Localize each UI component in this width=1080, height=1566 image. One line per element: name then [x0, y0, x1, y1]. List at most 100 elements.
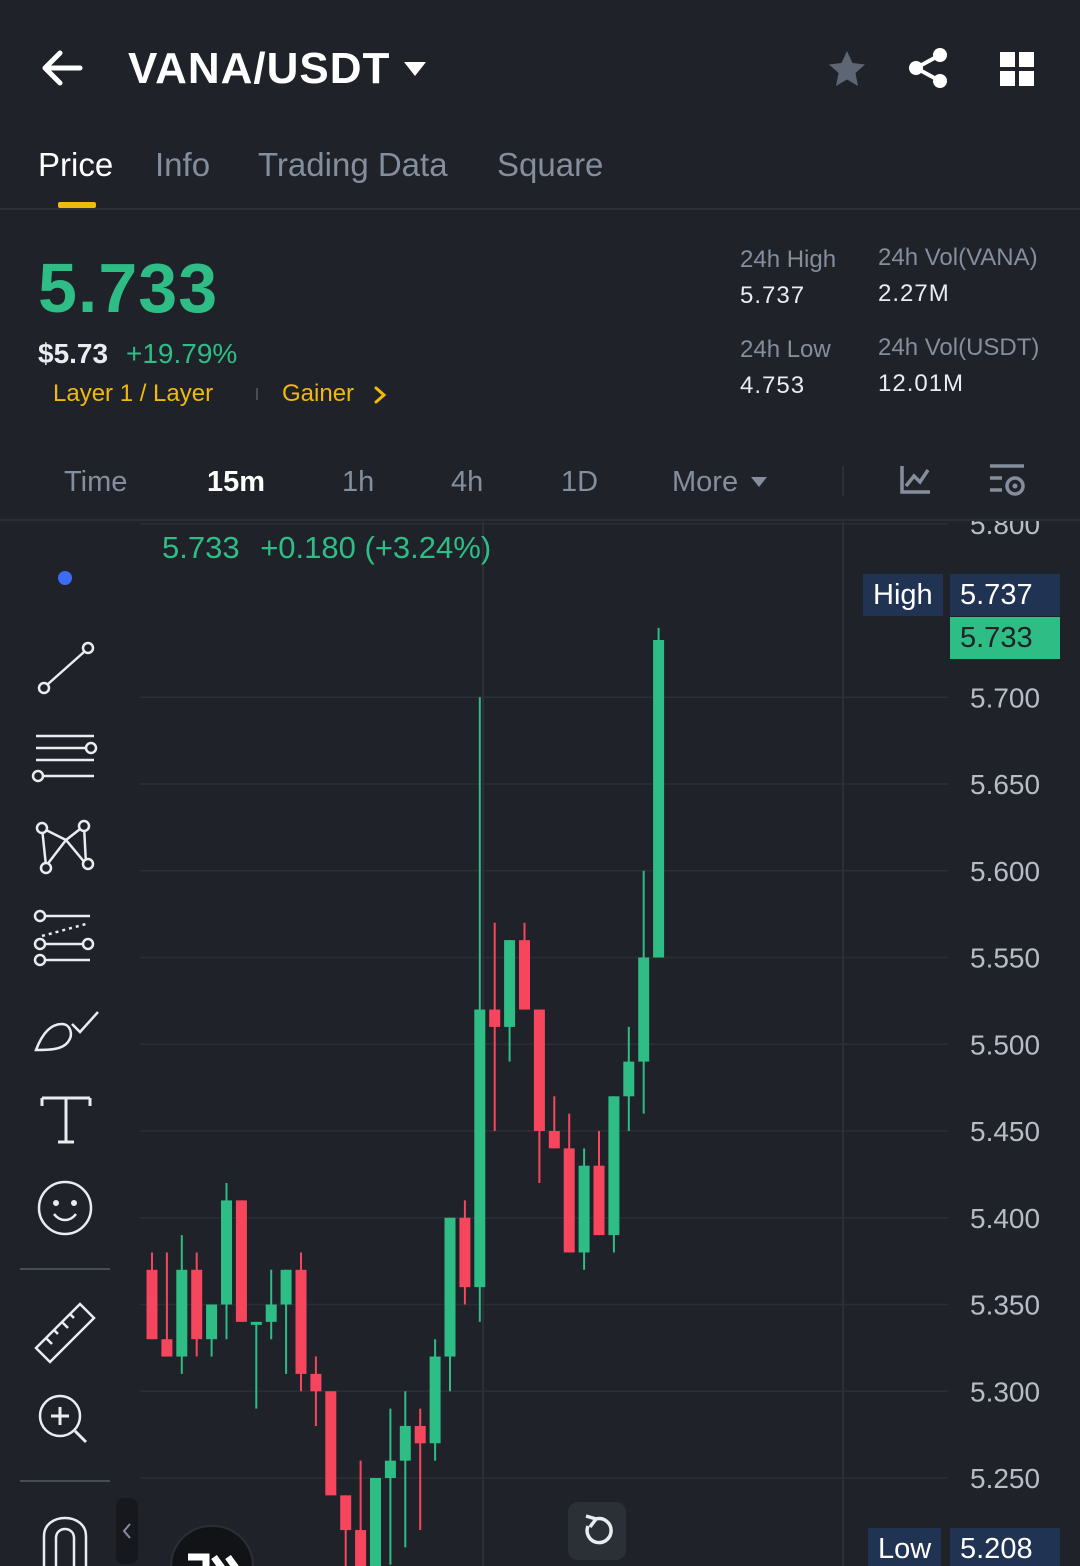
pair-dropdown[interactable] [402, 60, 428, 78]
share-button[interactable] [906, 46, 950, 90]
reset-chart-button[interactable] [568, 1502, 626, 1560]
candle-body [504, 940, 516, 1027]
price-tick-label: 5.650 [970, 769, 1040, 800]
price-tick-label: 5.800 [970, 521, 1040, 540]
low-marker-value: 5.208 [950, 1528, 1060, 1566]
tab-price[interactable]: Price [38, 146, 113, 184]
interval-more[interactable]: More [672, 466, 738, 499]
chevron-right-icon [374, 386, 387, 404]
candle-body [191, 1269, 203, 1340]
candle-body [176, 1269, 188, 1357]
candle-body [548, 1131, 560, 1149]
pair-title[interactable]: VANA/USDT [128, 44, 390, 94]
price-tick-label: 5.600 [970, 856, 1040, 887]
candle-body [533, 1009, 545, 1131]
candle-body [235, 1200, 247, 1322]
favorite-button[interactable] [826, 48, 868, 90]
candle-body [638, 957, 650, 1062]
stat-vol-quote-value: 12.01M [878, 370, 965, 397]
dropdown-caret-icon [404, 62, 426, 76]
stat-low-value: 4.753 [740, 372, 806, 399]
indicator-chart-icon [900, 466, 930, 494]
category-tag[interactable]: Layer 1 / Layer [53, 380, 213, 408]
candle-body [325, 1391, 337, 1496]
stat-vol-base-label: 24h Vol(VANA) [878, 244, 1038, 271]
price-tick-label: 5.500 [970, 1029, 1040, 1060]
candle-body [563, 1148, 575, 1253]
chart-grid [140, 523, 948, 1479]
candle-body [608, 1096, 620, 1236]
stat-high-label: 24h High [740, 246, 837, 273]
price-tick-label: 5.250 [970, 1463, 1040, 1494]
candle-body [489, 1009, 501, 1027]
candle-body [265, 1304, 277, 1322]
star-icon [829, 51, 865, 86]
candle-body [146, 1269, 158, 1340]
tooltip-change: +0.180 (+3.24%) [260, 530, 492, 565]
tab-trading-data[interactable]: Trading Data [258, 146, 448, 184]
back-arrow-icon [42, 50, 83, 86]
ohlc-tooltip: 5.733 +0.180 (+3.24%) [162, 530, 491, 566]
indicator-button[interactable] [898, 464, 932, 496]
last-price: 5.733 [38, 249, 219, 327]
candle-body [370, 1478, 381, 1566]
chart-settings-button[interactable] [988, 462, 1028, 500]
dropdown-caret-icon [751, 477, 767, 487]
stat-low-label: 24h Low [740, 336, 831, 363]
stat-high-value: 5.737 [740, 282, 806, 309]
back-button[interactable] [40, 48, 84, 88]
gainer-chevron[interactable] [372, 386, 388, 404]
tooltip-price: 5.733 [162, 530, 240, 565]
interval-time[interactable]: Time [64, 466, 127, 499]
candle-body [355, 1530, 367, 1566]
candle-body [459, 1217, 471, 1288]
price-tick-label: 5.700 [970, 682, 1040, 713]
stat-vol-quote-label: 24h Vol(USDT) [878, 334, 1040, 361]
candle-body [250, 1321, 262, 1325]
interval-4h[interactable]: 4h [451, 466, 483, 499]
candle-body [310, 1373, 322, 1392]
reset-icon [585, 1514, 613, 1545]
candle-body [206, 1304, 218, 1340]
candle-body [280, 1269, 292, 1305]
interval-1h[interactable]: 1h [342, 466, 374, 499]
tabs-divider [0, 208, 1080, 210]
candle-body [221, 1200, 232, 1305]
price-tick-label: 5.450 [970, 1116, 1040, 1147]
share-icon [909, 48, 947, 88]
candle-body [578, 1165, 590, 1253]
tag-separator [256, 388, 258, 400]
candle-body [161, 1339, 173, 1357]
low-marker-label: Low [868, 1528, 942, 1566]
high-marker-value: 5.737 [950, 574, 1060, 616]
usd-price: $5.73 [38, 338, 109, 369]
price-axis: 5.800 5.700 5.650 5.600 5.550 5.500 5.450 5.400… [970, 521, 1040, 1494]
more-caret[interactable] [750, 476, 768, 488]
price-tick-label: 5.300 [970, 1376, 1040, 1407]
interval-separator [842, 466, 844, 496]
change-percent: +19.79% [126, 338, 238, 369]
candle-body [384, 1460, 396, 1478]
candle-body [295, 1269, 307, 1374]
price-tick-label: 5.550 [970, 943, 1040, 974]
candles [146, 627, 665, 1566]
high-marker-label: High [863, 574, 943, 616]
candle-body [623, 1061, 635, 1097]
candle-body [399, 1425, 411, 1461]
grid-icon [1000, 52, 1034, 86]
gainer-tag[interactable]: Gainer [282, 380, 354, 408]
candle-body [429, 1356, 441, 1444]
layout-button[interactable] [998, 50, 1036, 88]
candle-body [519, 940, 530, 1010]
candle-body [444, 1217, 456, 1357]
tab-square[interactable]: Square [497, 146, 603, 184]
candle-body [340, 1495, 352, 1531]
price-tick-label: 5.400 [970, 1203, 1040, 1234]
interval-1d[interactable]: 1D [561, 466, 598, 499]
interval-15m[interactable]: 15m [207, 466, 265, 499]
price-chart[interactable]: 5.800 5.700 5.650 5.600 5.550 5.500 5.450 5.400… [0, 521, 1080, 1566]
candle-body [593, 1165, 605, 1236]
price-tick-label: 5.350 [970, 1290, 1040, 1321]
tab-info[interactable]: Info [155, 146, 210, 184]
candle-body [414, 1425, 426, 1444]
